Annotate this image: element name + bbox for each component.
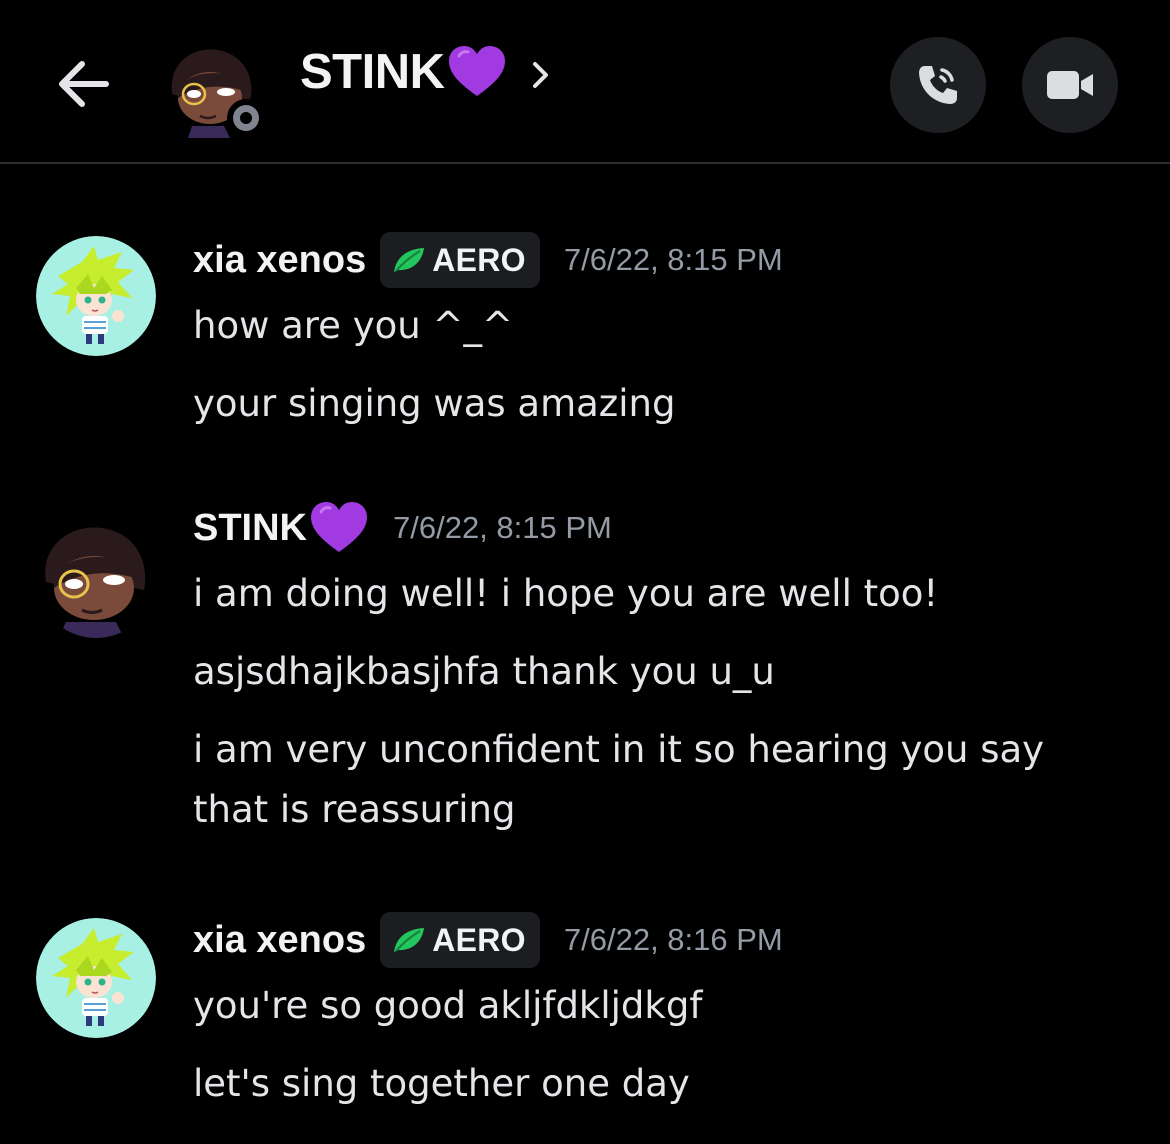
phone-call-icon <box>919 66 957 104</box>
server-tag-label: AERO <box>432 921 526 958</box>
message-text[interactable]: your singing was amazing <box>193 374 1123 434</box>
offline-status-icon <box>227 99 265 137</box>
message-timestamp: 7/6/22, 8:16 PM <box>563 922 783 957</box>
chevron-right-icon <box>532 62 548 88</box>
message-text[interactable]: you're so good akljfdkljdkgf <box>193 976 1123 1036</box>
server-tag[interactable]: AERO <box>380 232 540 288</box>
server-tag-label: AERO <box>432 241 526 278</box>
author-name[interactable]: STINK <box>193 507 307 550</box>
channel-title-button[interactable]: STINK <box>300 44 551 100</box>
stink-avatar[interactable] <box>36 518 156 638</box>
arrow-left-icon <box>59 61 109 107</box>
xia-xenos-avatar[interactable] <box>36 236 156 356</box>
video-camera-icon <box>1047 71 1093 99</box>
message-header: xia xenos AERO 7/6/22, 8:15 PM <box>193 230 783 290</box>
message-text[interactable]: let's sing together one day <box>193 1054 1123 1114</box>
xia-xenos-avatar[interactable] <box>36 918 156 1038</box>
back-button[interactable] <box>52 52 116 116</box>
video-call-button[interactable] <box>1022 37 1118 133</box>
message-text[interactable]: asjsdhajkbasjhfa thank you u_u <box>193 642 1123 702</box>
server-tag[interactable]: AERO <box>380 912 540 968</box>
message-timestamp: 7/6/22, 8:15 PM <box>393 510 612 545</box>
author-name[interactable]: xia xenos <box>193 239 366 282</box>
chat-header: STINK <box>0 0 1170 164</box>
channel-name: STINK <box>300 45 445 99</box>
message-text[interactable]: i am very unconfident in it so hearing y… <box>193 720 1123 840</box>
leaf-icon <box>394 928 425 952</box>
purple-heart-emoji <box>311 502 367 552</box>
purple-heart-emoji <box>448 46 505 96</box>
message-header: STINK 7/6/22, 8:15 PM <box>193 498 612 558</box>
message-text[interactable]: i am doing well! i hope you are well too… <box>193 564 1123 624</box>
message-header: xia xenos AERO 7/6/22, 8:16 PM <box>193 910 783 970</box>
message-timestamp: 7/6/22, 8:15 PM <box>563 242 783 277</box>
message-text[interactable]: how are you ^_^ <box>193 296 1123 356</box>
author-name[interactable]: xia xenos <box>193 919 366 962</box>
leaf-icon <box>394 248 425 272</box>
voice-call-button[interactable] <box>890 37 986 133</box>
